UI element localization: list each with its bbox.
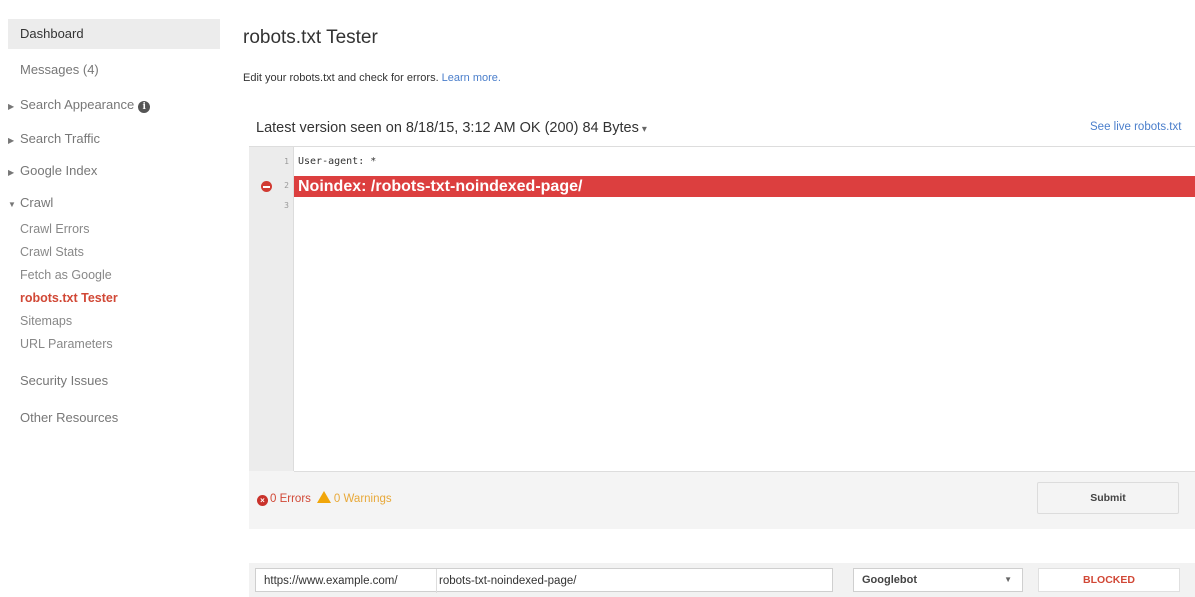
chevron-right-icon: ▶ (8, 136, 15, 145)
sidebar-item-label: Search Appearance (20, 97, 135, 112)
sidebar-item-crawl[interactable]: ▼ Crawl (8, 193, 220, 215)
learn-more-link[interactable]: Learn more. (442, 72, 501, 84)
line-number: 2 (284, 181, 289, 190)
sidebar-item-url-parameters[interactable]: URL Parameters (20, 334, 220, 354)
sidebar-item-google-index[interactable]: ▶ Google Index (8, 161, 220, 183)
code-line-text: Noindex: /robots-txt-noindexed-page/ (298, 178, 583, 195)
url-field: https://www.example.com/ (255, 568, 833, 593)
sidebar-item-label: URL Parameters (20, 337, 113, 351)
line-number: 1 (284, 157, 289, 166)
chevron-right-icon: ▶ (8, 168, 15, 177)
chevron-down-icon: ▼ (1004, 575, 1012, 584)
sidebar-item-label: Other Resources (20, 410, 119, 425)
sidebar-item-dashboard[interactable]: Dashboard (8, 19, 220, 49)
sidebar-item-label: Messages (4) (20, 62, 99, 77)
sidebar-item-label: Crawl Errors (20, 222, 90, 236)
line-number: 3 (284, 201, 289, 210)
error-count: 0 Errors (270, 493, 311, 505)
sidebar-item-security-issues[interactable]: Security Issues (8, 371, 220, 391)
sidebar-item-label: Google Index (20, 163, 98, 178)
url-test-bar: https://www.example.com/ Googlebot ▼ BLOC… (249, 563, 1195, 597)
error-circle-icon: × (257, 495, 268, 506)
test-result-badge: BLOCKED (1038, 568, 1180, 592)
sidebar-item-label: Crawl (20, 195, 54, 210)
sidebar-item-label: Sitemaps (20, 314, 73, 328)
version-dropdown[interactable]: Latest version seen on 8/18/15, 3:12 AM … (256, 120, 647, 136)
sidebar-item-label: Security Issues (20, 373, 109, 388)
line-number-gutter: 1 2 3 (249, 147, 294, 471)
sidebar-item-label: Dashboard (20, 26, 84, 41)
subtitle-text: Edit your robots.txt and check for error… (243, 72, 439, 84)
warning-icon (316, 491, 331, 503)
sidebar-item-search-appearance[interactable]: ▶ Search Appearance i (8, 95, 220, 117)
sidebar-item-robots-txt-tester[interactable]: robots.txt Tester (20, 288, 220, 308)
error-line-highlight[interactable]: Noindex: /robots-txt-noindexed-page/ (294, 176, 1195, 197)
sidebar-item-crawl-errors[interactable]: Crawl Errors (20, 219, 220, 239)
validation-status: × 0 Errors 0 Warnings (257, 491, 392, 506)
sidebar-item-sitemaps[interactable]: Sitemaps (20, 311, 220, 331)
error-icon (261, 181, 272, 192)
warning-count: 0 Warnings (333, 493, 392, 505)
selected-bot: Googlebot (862, 574, 917, 586)
sidebar: Dashboard Messages (4) ▶ Search Appearanc… (0, 0, 222, 597)
sidebar-item-label: Search Traffic (20, 131, 100, 146)
sidebar-item-search-traffic[interactable]: ▶ Search Traffic (8, 129, 220, 151)
sidebar-item-other-resources[interactable]: Other Resources (8, 408, 220, 428)
sidebar-item-messages[interactable]: Messages (4) (8, 60, 220, 80)
caret-down-icon: ▾ (641, 124, 647, 135)
see-live-robots-link[interactable]: See live robots.txt (1090, 121, 1195, 133)
url-path-input[interactable] (436, 569, 831, 593)
url-prefix: https://www.example.com/ (264, 575, 398, 587)
submit-button[interactable]: Submit (1037, 482, 1179, 514)
sidebar-item-crawl-stats[interactable]: Crawl Stats (20, 242, 220, 262)
version-text: Latest version seen on 8/18/15, 3:12 AM … (256, 120, 639, 136)
sidebar-item-label: Crawl Stats (20, 245, 84, 259)
sidebar-item-label: robots.txt Tester (20, 291, 118, 305)
user-agent-select[interactable]: Googlebot ▼ (853, 568, 1023, 592)
page-subtitle: Edit your robots.txt and check for error… (243, 72, 501, 84)
chevron-down-icon: ▼ (8, 200, 16, 209)
sidebar-item-fetch-as-google[interactable]: Fetch as Google (20, 265, 220, 285)
chevron-right-icon: ▶ (8, 102, 15, 111)
page-title: robots.txt Tester (243, 27, 378, 48)
robots-editor: 1 2 3 User-agent: * Noindex: /robots-txt… (249, 146, 1195, 529)
sidebar-item-label: Fetch as Google (20, 268, 112, 282)
info-icon[interactable]: i (138, 101, 151, 113)
